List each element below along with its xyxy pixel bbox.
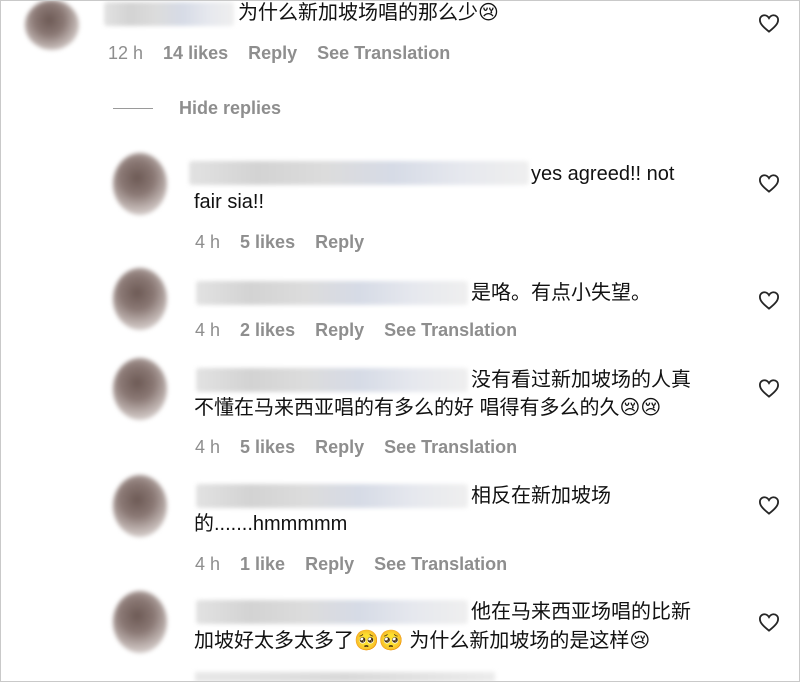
reply-likes[interactable]: 5 likes [240,437,295,458]
username-blurred[interactable] [104,2,234,26]
heart-icon[interactable] [758,173,780,193]
see-translation-button[interactable]: See Translation [384,320,517,341]
reply-text-line2: fair sia!! [194,191,265,213]
reply-text-line1: 相反在新加坡场 [471,485,611,507]
reply-button[interactable]: Reply [305,554,354,575]
reply-time: 4 h [195,232,221,252]
reply-text-line1: yes agreed!! not [531,163,675,185]
avatar[interactable] [113,475,167,537]
hide-replies-button[interactable]: Hide replies [179,98,281,119]
frame-border [0,0,800,682]
avatar[interactable] [113,153,167,215]
username-blurred[interactable] [196,368,468,392]
comment-likes[interactable]: 14 likes [163,43,228,64]
heart-icon[interactable] [758,290,780,310]
reply-button[interactable]: Reply [315,437,364,458]
heart-icon[interactable] [758,378,780,398]
avatar[interactable] [113,591,167,653]
username-blurred[interactable] [196,600,468,624]
see-translation-button[interactable]: See Translation [384,437,517,458]
avatar[interactable] [25,0,79,50]
reply-meta: 4 h 5 likes Reply [195,232,384,253]
reply-button[interactable]: Reply [248,43,297,64]
reply-button[interactable]: Reply [315,232,364,253]
reply-meta: 4 h 2 likes Reply See Translation [195,320,537,341]
next-row-cutoff [195,672,495,682]
reply-meta: 4 h 5 likes Reply See Translation [195,437,537,458]
reply-text-line1: 没有看过新加坡场的人真 [471,369,691,391]
reply-text-line2: 的.......hmmmmm [194,513,348,535]
heart-icon[interactable] [758,495,780,515]
username-blurred[interactable] [196,484,468,508]
reply-button[interactable]: Reply [315,320,364,341]
heart-icon[interactable] [758,612,780,632]
avatar[interactable] [113,358,167,420]
hide-replies-divider [113,108,153,109]
see-translation-button[interactable]: See Translation [317,43,450,64]
see-translation-button[interactable]: See Translation [374,554,507,575]
reply-meta: 4 h 1 like Reply See Translation [195,554,527,575]
comment-meta: 12 h 14 likes Reply See Translation [108,43,470,64]
reply-text-line1: 他在马来西亚场唱的比新 [471,601,691,623]
reply-likes[interactable]: 5 likes [240,232,295,253]
reply-text-line1: 是咯。有点小失望。 [471,282,651,304]
reply-time: 4 h [195,320,221,340]
reply-text-line2: 不懂在马来西亚唱的有多么的好 唱得有多么的久😢😢 [194,397,662,419]
comment-text: 为什么新加坡场唱的那么少😢 [238,2,499,24]
avatar[interactable] [113,268,167,330]
reply-likes[interactable]: 1 like [240,554,285,575]
reply-time: 4 h [195,554,221,574]
comment-time: 12 h [108,43,144,63]
reply-time: 4 h [195,437,221,457]
reply-likes[interactable]: 2 likes [240,320,295,341]
heart-icon[interactable] [758,13,780,33]
reply-text-line2: 加坡好太多太多了🥺🥺 为什么新加坡场的是这样😢 [194,630,651,652]
username-blurred[interactable] [189,161,529,185]
username-blurred[interactable] [196,281,468,305]
